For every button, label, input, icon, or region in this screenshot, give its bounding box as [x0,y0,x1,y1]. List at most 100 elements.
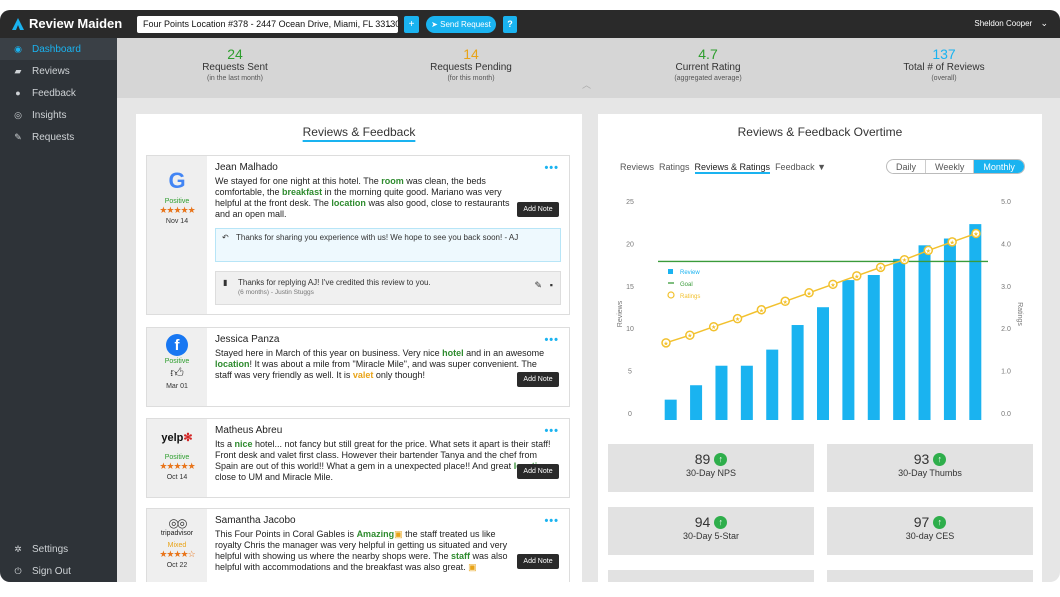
review-text: Stayed here in March of this year on bus… [215,348,555,381]
keyword-highlight: location [331,198,366,208]
keyword-highlight: room [381,176,404,186]
review-card: f Positive 👍︎ Mar 01 Jessica Panza Staye… [146,327,570,407]
review-bar [969,224,982,420]
tab-reviews[interactable]: Reviews [620,162,654,174]
trash-icon[interactable]: ▪ [550,280,553,290]
reviews-panel-title-text: Reviews & Feedback [302,125,416,139]
sidebar-item-sign-out[interactable]: ⏻ Sign Out [0,560,117,582]
sidebar-item-reviews[interactable]: ▰ Reviews [0,60,117,82]
add-note-button[interactable]: Add Note [517,202,559,217]
review-date: Oct 22 [166,562,188,569]
review-bar [740,365,753,420]
brand: Review Maiden ‹ [12,16,142,31]
stat-requests-pending: 14 Requests Pending (for this month) [371,46,571,83]
send-request-button[interactable]: ➤ Send Request [426,16,496,33]
sentiment-label: Positive [164,198,190,205]
more-options-icon[interactable]: ••• [544,425,559,437]
review-source-column: f Positive 👍︎ Mar 01 [147,328,207,406]
period-toggle: Daily Weekly Monthly [886,159,1025,174]
stat-value: 14 [463,46,479,62]
reply-text: Thanks for sharing you experience with u… [236,233,519,242]
more-options-icon[interactable]: ••• [544,162,559,174]
reviews-panel: Reviews & Feedback G Positive ★★★★★ Nov … [136,114,582,582]
review-card: yelp✻ Positive ★★★★★ Oct 14 Matheus Abre… [146,418,570,498]
ratings-point-star: ★ [926,248,931,255]
stats-bar: 24 Requests Sent (in the last month) 14 … [117,38,1060,98]
y-tick-label: 5 [628,369,632,376]
chevron-down-icon: ⌄ [1040,18,1048,28]
legend-review-label: Review [680,270,700,276]
chart-panel-title: Reviews & Feedback Overtime [737,125,903,139]
stat-total-reviews: 137 Total # of Reviews (overall) [844,46,1044,83]
review-text-part: hotel... not fancy but still great for t… [215,439,551,471]
reviewer-name: Samantha Jacobo [215,515,296,526]
sidebar-item-dashboard[interactable]: ◉ Dashboard [0,38,117,60]
ratings-point-star: ★ [735,316,740,323]
note-meta: (6 months) - Justin Stuggs [238,289,314,296]
review-source-column: G Positive ★★★★★ Nov 14 [147,156,207,314]
sidebar-item-label: Feedback [32,87,76,99]
sidebar-item-feedback[interactable]: ● Feedback [0,82,117,104]
google-icon: G [168,168,186,193]
edit-icon[interactable]: ✎ [534,280,542,290]
review-text-part: close to UM and Miracle Mile. [215,472,334,482]
add-note-button[interactable]: Add Note [517,554,559,569]
dashboard-icon: ◉ [14,43,22,54]
review-bar [664,399,677,420]
stat-sublabel: (overall) [931,75,957,82]
metric-label: 30-Day Thumbs [898,468,962,478]
review-card: G Positive ★★★★★ Nov 14 Jean Malhado We … [146,155,570,315]
chart-panel: Reviews & Feedback Overtime Reviews Rati… [598,114,1042,582]
more-options-icon[interactable]: ••• [544,334,559,346]
tab-feedback[interactable]: Feedback ▼ [775,162,826,174]
y-axis-label: Reviews [617,300,624,327]
review-bar [715,365,728,420]
period-weekly[interactable]: Weekly [926,160,975,173]
stat-label: Requests Pending [430,62,512,73]
period-daily[interactable]: Daily [887,160,927,173]
stat-current-rating: 4.7 Current Rating (aggregated average) [608,46,808,83]
stat-sublabel: (in the last month) [206,75,264,82]
review-text: Its a nice hotel... not fancy but still … [215,439,561,483]
app-window: Review Maiden ‹ Four Points Location #37… [0,10,1060,582]
sidebar-item-label: Settings [32,543,69,555]
ratings-point-star: ★ [949,239,954,246]
ratings-point-star: ★ [902,257,907,264]
sidebar-item-requests[interactable]: ✎ Requests [0,126,117,148]
review-bar [842,280,855,420]
stat-label: Current Rating [675,62,741,73]
location-select[interactable]: Four Points Location #378 - 2447 Ocean D… [137,16,398,33]
sidebar-item-insights[interactable]: ◎ Insights [0,104,117,126]
thumbs-up-icon: 👍︎ [170,365,184,380]
facebook-icon: f [166,334,188,356]
review-bar [690,385,703,420]
metric-label: 30-Day 5-Star [682,531,740,541]
metric-label: 30-Day NPS [685,468,737,478]
more-options-icon[interactable]: ••• [544,515,559,527]
review-text-part: This Four Points in Coral Gables is [215,529,357,539]
clipboard-icon: ▮ [223,278,228,287]
legend-review-swatch [668,269,673,274]
add-note-button[interactable]: Add Note [517,464,559,479]
user-menu[interactable]: Sheldon Cooper ⌄ [974,18,1048,29]
metric-value: 97 [913,514,930,530]
add-note-button[interactable]: Add Note [517,372,559,387]
location-select-value: Four Points Location #378 - 2447 Ocean D… [143,19,398,29]
y2-tick-label: 5.0 [1001,199,1011,206]
add-location-button[interactable]: + [404,16,419,33]
tab-reviews-ratings[interactable]: Reviews & Ratings [694,162,771,174]
metric-label: 30-day CES [905,531,955,541]
help-button[interactable]: ? [503,16,517,33]
star-rating: ★★★★★ [159,461,195,471]
sidebar-item-settings[interactable]: ✲ Settings [0,538,117,560]
ratings-point-star: ★ [783,299,788,306]
stat-value: 24 [227,46,243,62]
tripadvisor-logo-text: tripadvisor [160,530,194,537]
ratings-point-star: ★ [663,340,668,347]
tab-ratings[interactable]: Ratings [659,162,690,174]
collapse-stats-icon[interactable]: ︿ [582,78,591,91]
period-monthly[interactable]: Monthly [974,160,1024,173]
send-icon: ➤ [431,20,438,29]
ratings-point-star: ★ [830,282,835,289]
review-bar [893,258,906,420]
